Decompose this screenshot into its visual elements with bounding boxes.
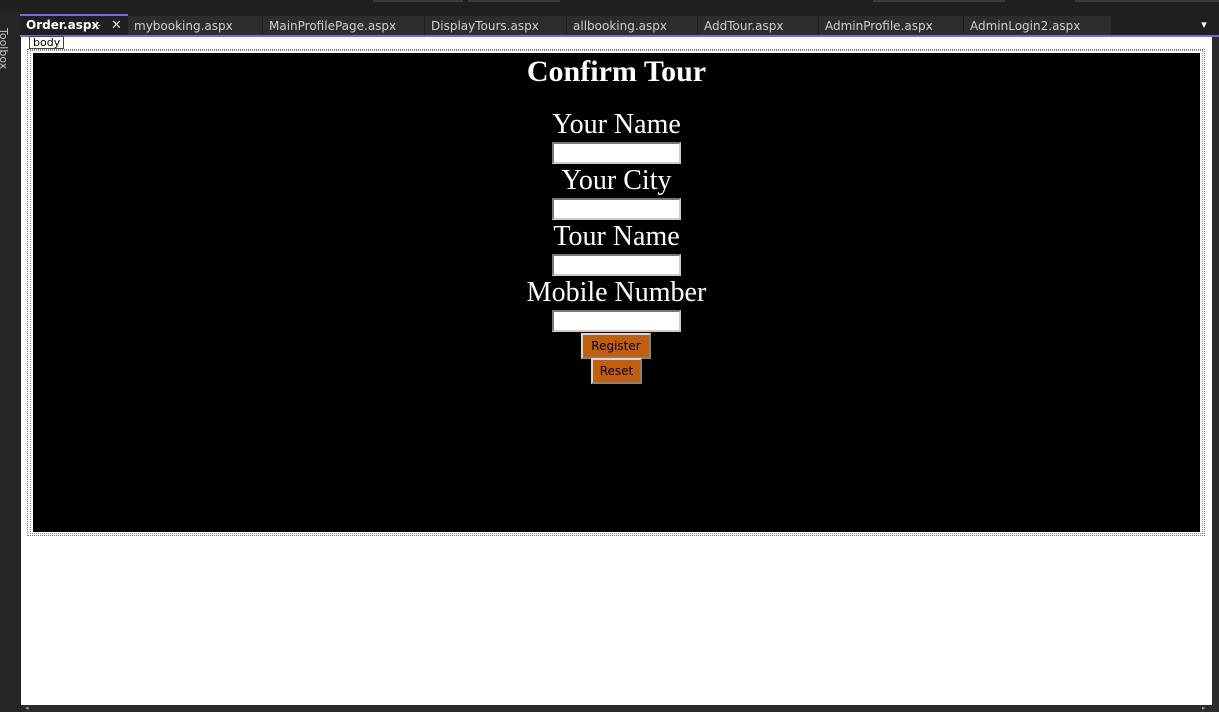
toolbar-edge: [373, 0, 463, 2]
tab-adminprofile-aspx[interactable]: AdminProfile.aspx: [819, 16, 963, 36]
ide-window: Toolbox Order.aspx ⊹ ✕ mybooking.aspx Ma…: [0, 0, 1219, 712]
tab-mainprofilepage-aspx[interactable]: MainProfilePage.aspx: [263, 16, 424, 36]
tab-label: AdminLogin2.aspx: [970, 19, 1081, 33]
tab-adminlogin2-aspx[interactable]: AdminLogin2.aspx: [964, 16, 1111, 36]
register-button[interactable]: Register: [581, 333, 651, 359]
toolbox-panel[interactable]: Toolbox: [0, 12, 20, 712]
page-title: Confirm Tour: [526, 55, 707, 88]
tab-label: MainProfilePage.aspx: [269, 19, 397, 33]
your-name-input[interactable]: [552, 142, 681, 164]
tab-label: DisplayTours.aspx: [431, 19, 539, 33]
design-surface[interactable]: body Confirm Tour Your Name Your City To…: [21, 36, 1212, 705]
reset-button[interactable]: Reset: [591, 358, 642, 384]
tab-overflow-icon[interactable]: ▾: [1197, 18, 1211, 32]
toolbox-label[interactable]: Toolbox: [0, 28, 10, 69]
tour-name-label: Tour Name: [553, 221, 680, 252]
your-name-label: Your Name: [552, 109, 681, 140]
tab-addtour-aspx[interactable]: AddTour.aspx: [698, 16, 818, 36]
document-tabstrip: Order.aspx ⊹ ✕ mybooking.aspx MainProfil…: [20, 14, 1219, 36]
tab-order-aspx[interactable]: Order.aspx ⊹ ✕: [20, 14, 128, 36]
tour-name-input[interactable]: [552, 254, 681, 276]
tab-label: Order.aspx: [26, 18, 100, 32]
vertical-scrollbar[interactable]: [1212, 37, 1219, 712]
your-city-label: Your City: [561, 165, 672, 196]
tab-label: mybooking.aspx: [134, 19, 233, 33]
toolbar-edge: [1075, 0, 1219, 2]
tab-mybooking-aspx[interactable]: mybooking.aspx: [128, 16, 262, 36]
horizontal-scrollbar[interactable]: ◂ ▸: [21, 705, 1212, 712]
scroll-right-icon[interactable]: ▸: [1202, 705, 1206, 712]
your-city-input[interactable]: [552, 198, 681, 220]
toolbar-edge: [873, 0, 1005, 2]
tab-label: allbooking.aspx: [573, 19, 667, 33]
scroll-left-icon[interactable]: ◂: [25, 705, 29, 712]
order-panel[interactable]: Confirm Tour Your Name Your City Tour Na…: [33, 53, 1200, 532]
pin-icon[interactable]: ⊹: [92, 16, 101, 35]
toolbar-edge: [468, 0, 560, 2]
mobile-number-input[interactable]: [552, 310, 681, 332]
tab-label: AddTour.aspx: [704, 19, 784, 33]
tab-allbooking-aspx[interactable]: allbooking.aspx: [567, 16, 697, 36]
tab-label: AdminProfile.aspx: [825, 19, 933, 33]
close-icon[interactable]: ✕: [111, 16, 122, 35]
mobile-number-label: Mobile Number: [526, 277, 707, 308]
body-tag-label[interactable]: body: [29, 36, 65, 49]
tab-displaytours-aspx[interactable]: DisplayTours.aspx: [425, 16, 566, 36]
